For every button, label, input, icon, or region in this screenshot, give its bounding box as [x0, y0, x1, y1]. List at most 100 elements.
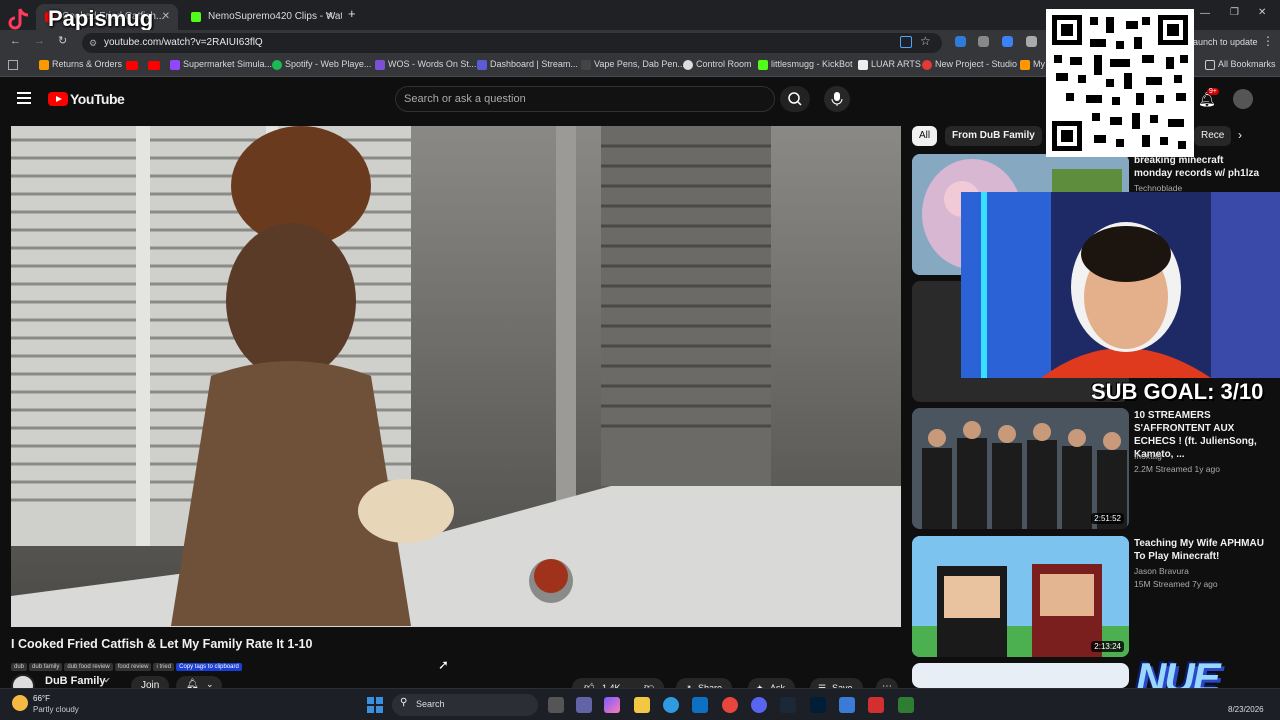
thumbnail-image [912, 408, 1129, 529]
youtube-logo-text[interactable]: YouTube [70, 91, 125, 107]
teams-icon[interactable] [576, 697, 592, 713]
extension-icon[interactable] [1002, 36, 1013, 47]
extension-icon[interactable] [955, 36, 966, 47]
bookmark-label: WOS - Words On St... [388, 59, 477, 69]
bookmark-item[interactable]: Spotify - Web Playe... [272, 59, 372, 70]
bookmark-item[interactable]: WOS - Words On St... [375, 59, 477, 70]
steam-icon[interactable] [780, 697, 796, 713]
voice-search-button[interactable] [824, 86, 850, 112]
chevron-right-icon[interactable]: › [1238, 128, 1242, 142]
photoshop-icon[interactable] [810, 697, 826, 713]
taskbar-search[interactable]: ⚲ Search [392, 694, 538, 716]
weather-desc[interactable]: Partly cloudy [33, 705, 79, 714]
recommendation-meta: 2.2M Streamed 1y ago [1134, 464, 1220, 474]
webcam-feed [961, 192, 1280, 378]
minimize-icon[interactable]: — [1200, 8, 1210, 19]
bookmark-label: Spotify - Web Playe... [285, 59, 372, 69]
search-icon [788, 92, 802, 106]
back-icon[interactable]: ← [10, 35, 21, 47]
bookmark-item[interactable]: Returns & Orders [39, 59, 122, 70]
hamburger-menu-icon[interactable] [17, 92, 31, 104]
windows-start-icon[interactable] [367, 697, 383, 713]
bookmark-label: My [1033, 59, 1045, 69]
recommendation-channel[interactable]: Inoxtag [1134, 451, 1162, 461]
notepad-icon[interactable] [839, 697, 855, 713]
discord-icon[interactable] [751, 697, 767, 713]
avatar[interactable] [1233, 89, 1253, 109]
new-tab-button[interactable]: + [348, 6, 356, 21]
control-room-icon [683, 60, 693, 70]
recommendation-thumbnail[interactable] [912, 663, 1129, 688]
youtube-bookmark-icon[interactable] [148, 61, 160, 70]
window-close-icon[interactable]: ✕ [1258, 7, 1266, 18]
tag-chip[interactable]: food review [114, 663, 152, 671]
app-icon[interactable] [898, 697, 914, 713]
copilot-icon[interactable] [604, 697, 620, 713]
file-explorer-icon[interactable] [634, 697, 650, 713]
close-tab-icon[interactable]: ✕ [326, 4, 334, 30]
bookmark-item[interactable]: Vape Pens, Dab Pen... [581, 59, 685, 70]
folder-icon [1020, 60, 1030, 70]
verified-icon: ✔ [104, 676, 111, 685]
bookmark-item[interactable]: New Project - Studio [922, 59, 1017, 70]
streamer-name: Papismug [48, 6, 154, 31]
extension-icon[interactable] [1026, 36, 1037, 47]
tag-chip[interactable]: i tried [153, 663, 175, 671]
tag-chip[interactable]: dub family [29, 663, 63, 671]
extension-icon[interactable] [978, 36, 989, 47]
bookmark-star-icon[interactable]: ☆ [920, 34, 931, 48]
youtube-bookmark-icon[interactable] [126, 61, 138, 70]
app-icon[interactable] [868, 697, 884, 713]
tag-chip[interactable]: dub [11, 663, 28, 671]
amazon-icon [39, 60, 49, 70]
bookmark-item[interactable]: littlesmugg - KickBot [758, 59, 853, 70]
recommendation-thumbnail[interactable]: 2:51:52 [912, 408, 1129, 529]
url-field[interactable]: ⚙ youtube.com/watch?v=2RAIUI63flQ [82, 33, 942, 53]
maximize-icon[interactable]: ❐ [1230, 7, 1239, 18]
launch-update-button[interactable]: Launch to update [1188, 37, 1258, 47]
recommendation-thumbnail[interactable]: 2:13:24 [912, 536, 1129, 657]
bookmark-item[interactable]: Supermarket Simula... [170, 59, 272, 70]
chip-all[interactable]: All [912, 126, 938, 146]
search-button[interactable] [780, 86, 810, 112]
channel-name[interactable]: DuB Family [45, 675, 106, 687]
chip-recent[interactable]: Rece [1194, 126, 1232, 146]
recommendation-meta: 15M Streamed 7y ago [1134, 579, 1218, 589]
bookmark-item[interactable]: Control Room [683, 59, 752, 70]
bookmark-label: Vape Pens, Dab Pen... [594, 59, 685, 69]
youtube-logo-icon[interactable] [48, 92, 68, 106]
notification-badge: 9+ [1207, 88, 1219, 95]
sub-goal-text: SUB GOAL: 3/10 [1091, 379, 1264, 404]
recommendation-channel[interactable]: Jason Bravura [1134, 566, 1189, 576]
bookmark-item[interactable]: LUAR ARTS [858, 59, 921, 70]
mouse-cursor-icon: ➚ [438, 657, 449, 672]
search-input[interactable]: Search or ask a question [395, 86, 775, 112]
folder-icon [1205, 60, 1215, 70]
browser-menu-icon[interactable]: ⋮ [1262, 34, 1274, 48]
video-player[interactable] [11, 126, 901, 627]
recommendation-title[interactable]: Teaching My Wife APHMAU To Play Minecraf… [1134, 537, 1264, 563]
edge-icon[interactable] [663, 697, 679, 713]
chip-from-channel[interactable]: From DuB Family [945, 126, 1042, 146]
bookmark-label: Dashboard | Stream... [490, 59, 578, 69]
task-view-icon[interactable] [548, 697, 564, 713]
copy-tags-button[interactable]: Copy tags to clipboard [176, 663, 242, 671]
bookmark-item[interactable]: Dashboard | Stream... [477, 59, 578, 70]
all-bookmarks[interactable]: All Bookmarks [1205, 59, 1276, 70]
close-tab-icon[interactable]: ✕ [162, 4, 170, 30]
apps-grid-icon[interactable] [8, 60, 18, 70]
microphone-icon [831, 92, 843, 106]
forward-icon[interactable]: → [34, 35, 45, 47]
tag-chip[interactable]: dub food review [64, 663, 113, 671]
cast-icon[interactable] [900, 36, 912, 48]
recommendation-title[interactable]: breaking minecraft monday records w/ ph1… [1134, 154, 1264, 180]
reload-icon[interactable]: ↻ [58, 34, 67, 47]
bookmark-item[interactable]: My [1020, 59, 1045, 70]
weather-temp[interactable]: 66°F [33, 694, 50, 703]
site-info-icon[interactable]: ⚙ [89, 33, 97, 53]
weather-icon[interactable] [12, 695, 28, 711]
chrome-icon[interactable] [722, 697, 738, 713]
tab-clips[interactable]: NemoSupremo420 Clips - Watc ✕ [182, 4, 342, 30]
store-icon[interactable] [692, 697, 708, 713]
url-text: youtube.com/watch?v=2RAIUI63flQ [104, 37, 263, 48]
